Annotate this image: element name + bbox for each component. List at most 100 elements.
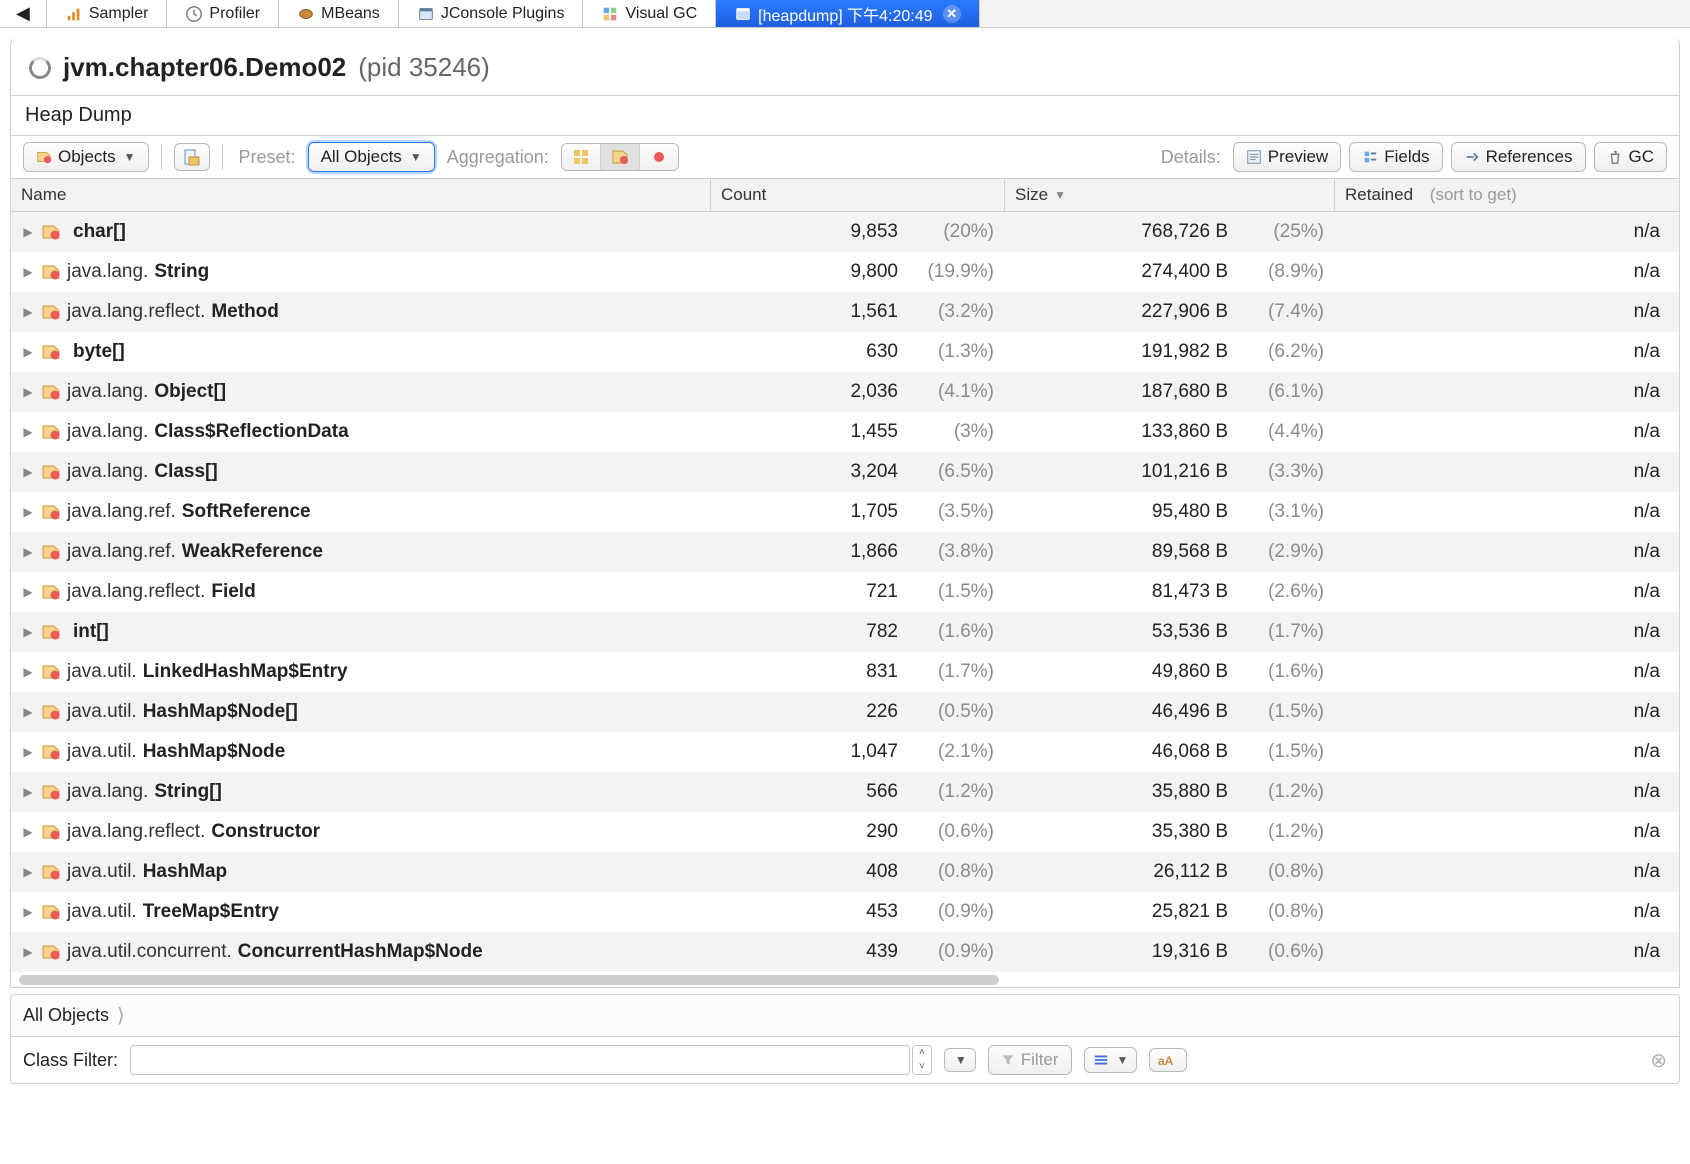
- class-text: Object[]: [154, 381, 226, 403]
- count-value: 9,800: [850, 261, 898, 283]
- expand-icon[interactable]: ▶: [21, 665, 35, 679]
- tab-profiler[interactable]: Profiler: [167, 0, 279, 27]
- expand-icon[interactable]: ▶: [21, 745, 35, 759]
- expand-icon[interactable]: ▶: [21, 585, 35, 599]
- class-icon: [41, 942, 61, 962]
- filter-mode-dropdown[interactable]: ▼: [1084, 1047, 1138, 1073]
- references-button[interactable]: References: [1451, 142, 1586, 172]
- table-row[interactable]: ▶java.lang.reflect.Method1,561(3.2%)227,…: [11, 292, 1679, 332]
- size-pct: (6.2%): [1244, 341, 1324, 363]
- count-pct: (0.6%): [914, 821, 994, 843]
- expand-icon[interactable]: ▶: [21, 225, 35, 239]
- case-sensitive-toggle[interactable]: aA: [1149, 1048, 1187, 1072]
- col-count[interactable]: Count: [711, 179, 1005, 211]
- expand-icon[interactable]: ▶: [21, 425, 35, 439]
- class-text: Method: [211, 301, 279, 323]
- table-row[interactable]: ▶java.util.HashMap$Node[]226(0.5%)46,496…: [11, 692, 1679, 732]
- count-pct: (2.1%): [914, 741, 994, 763]
- expand-icon[interactable]: ▶: [21, 505, 35, 519]
- filter-stepper[interactable]: ˄˅: [912, 1045, 932, 1075]
- class-text: HashMap$Node[]: [143, 701, 298, 723]
- preview-button[interactable]: Preview: [1233, 142, 1341, 172]
- count-value: 1,047: [850, 741, 898, 763]
- expand-icon[interactable]: ▶: [21, 945, 35, 959]
- table-row[interactable]: ▶java.lang.reflect.Constructor290(0.6%)3…: [11, 812, 1679, 852]
- package-text: java.lang.ref.: [67, 501, 176, 523]
- table-row[interactable]: ▶java.util.HashMap$Node1,047(2.1%)46,068…: [11, 732, 1679, 772]
- tab-sampler[interactable]: Sampler: [47, 0, 168, 27]
- expand-icon[interactable]: ▶: [21, 385, 35, 399]
- table-row[interactable]: ▶byte[]630(1.3%)191,982 B(6.2%)n/a: [11, 332, 1679, 372]
- table-row[interactable]: ▶java.lang.ref.SoftReference1,705(3.5%)9…: [11, 492, 1679, 532]
- table-row[interactable]: ▶java.util.concurrent.ConcurrentHashMap$…: [11, 932, 1679, 972]
- table-row[interactable]: ▶java.lang.Object[]2,036(4.1%)187,680 B(…: [11, 372, 1679, 412]
- expand-icon[interactable]: ▶: [21, 785, 35, 799]
- tab-label: Visual GC: [625, 5, 697, 23]
- tab-back[interactable]: ◀: [0, 0, 47, 27]
- table-row[interactable]: ▶java.lang.reflect.Field721(1.5%)81,473 …: [11, 572, 1679, 612]
- objects-dropdown[interactable]: Objects ▼: [23, 142, 149, 172]
- table-row[interactable]: ▶java.lang.String[]566(1.2%)35,880 B(1.2…: [11, 772, 1679, 812]
- gc-label: GC: [1629, 147, 1655, 167]
- table-row[interactable]: ▶java.util.HashMap408(0.8%)26,112 B(0.8%…: [11, 852, 1679, 892]
- aggregation-classes[interactable]: [601, 144, 640, 170]
- class-text: SoftReference: [182, 501, 311, 523]
- tab-jconsole-plugins[interactable]: JConsole Plugins: [399, 0, 584, 27]
- class-filter-input[interactable]: [130, 1045, 910, 1075]
- tab-visual-gc[interactable]: Visual GC: [583, 0, 716, 27]
- expand-icon[interactable]: ▶: [21, 345, 35, 359]
- package-text: java.lang.: [67, 781, 148, 803]
- table-row[interactable]: ▶java.util.LinkedHashMap$Entry831(1.7%)4…: [11, 652, 1679, 692]
- references-label: References: [1486, 147, 1573, 167]
- count-pct: (0.8%): [914, 861, 994, 883]
- close-icon[interactable]: ✕: [943, 5, 961, 23]
- retained-value: n/a: [1634, 621, 1660, 642]
- gc-button[interactable]: GC: [1594, 142, 1668, 172]
- col-retained[interactable]: Retained (sort to get): [1335, 179, 1679, 211]
- expand-icon[interactable]: ▶: [21, 265, 35, 279]
- count-value: 3,204: [850, 461, 898, 483]
- expand-icon[interactable]: ▶: [21, 545, 35, 559]
- count-value: 1,866: [850, 541, 898, 563]
- size-pct: (1.5%): [1244, 701, 1324, 723]
- aggregation-types[interactable]: [562, 144, 601, 170]
- aggregation-instances[interactable]: [640, 144, 678, 170]
- size-value: 95,480 B: [1152, 501, 1228, 523]
- class-text: byte[]: [73, 341, 125, 363]
- expand-icon[interactable]: ▶: [21, 625, 35, 639]
- report-button[interactable]: [174, 143, 210, 171]
- table-row[interactable]: ▶char[]9,853(20%)768,726 B(25%)n/a: [11, 212, 1679, 252]
- separator: [222, 144, 223, 170]
- tab-heapdump[interactable]: [heapdump] 下午4:20:49 ✕: [716, 0, 979, 27]
- filter-button[interactable]: Filter: [988, 1045, 1072, 1075]
- col-name[interactable]: Name: [11, 179, 711, 211]
- expand-icon[interactable]: ▶: [21, 825, 35, 839]
- filter-history-dropdown[interactable]: ▼: [944, 1048, 976, 1072]
- breadcrumb[interactable]: All Objects ⟩: [10, 994, 1680, 1037]
- count-pct: (6.5%): [914, 461, 994, 483]
- count-value: 1,455: [850, 421, 898, 443]
- size-value: 19,316 B: [1152, 941, 1228, 963]
- expand-icon[interactable]: ▶: [21, 465, 35, 479]
- retained-value: n/a: [1634, 381, 1660, 402]
- expand-icon[interactable]: ▶: [21, 865, 35, 879]
- sort-desc-icon: ▼: [1054, 188, 1066, 202]
- table-row[interactable]: ▶java.lang.ref.WeakReference1,866(3.8%)8…: [11, 532, 1679, 572]
- expand-icon[interactable]: ▶: [21, 705, 35, 719]
- table-row[interactable]: ▶java.util.TreeMap$Entry453(0.9%)25,821 …: [11, 892, 1679, 932]
- table-row[interactable]: ▶java.lang.Class$ReflectionData1,455(3%)…: [11, 412, 1679, 452]
- horizontal-scrollbar[interactable]: [10, 972, 1680, 988]
- tab-mbeans[interactable]: MBeans: [279, 0, 399, 27]
- window-icon: [417, 5, 435, 23]
- preset-dropdown[interactable]: All Objects ▼: [308, 142, 435, 172]
- class-text: String: [154, 261, 209, 283]
- col-size[interactable]: Size▼: [1005, 179, 1335, 211]
- expand-icon[interactable]: ▶: [21, 905, 35, 919]
- class-icon: [41, 702, 61, 722]
- table-row[interactable]: ▶java.lang.String9,800(19.9%)274,400 B(8…: [11, 252, 1679, 292]
- table-row[interactable]: ▶java.lang.Class[]3,204(6.5%)101,216 B(3…: [11, 452, 1679, 492]
- expand-icon[interactable]: ▶: [21, 305, 35, 319]
- clear-filter-icon[interactable]: ⊗: [1650, 1048, 1667, 1073]
- table-row[interactable]: ▶int[]782(1.6%)53,536 B(1.7%)n/a: [11, 612, 1679, 652]
- fields-button[interactable]: Fields: [1349, 142, 1442, 172]
